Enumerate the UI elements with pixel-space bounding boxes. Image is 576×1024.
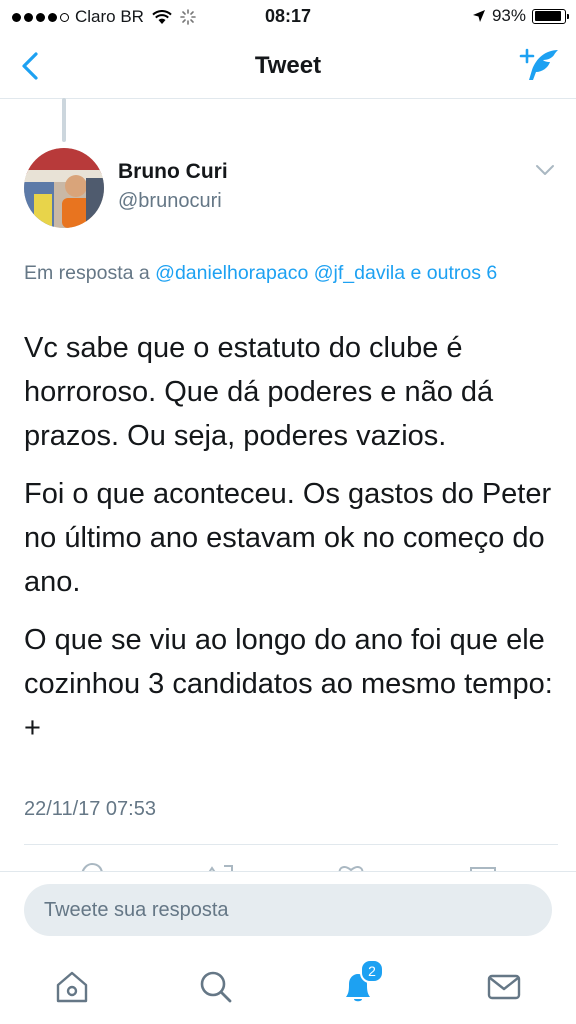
avatar[interactable]: [24, 148, 104, 228]
reply-bar: [0, 871, 576, 952]
navigation-bar: Tweet: [0, 34, 576, 99]
tweet-actions-row: [0, 856, 576, 872]
tweet-timestamp: 22/11/17 07:53: [24, 798, 156, 820]
reply-to-others-link[interactable]: outros 6: [427, 262, 497, 284]
tweet-text: Vc sabe que o estatuto do clube é horror…: [24, 326, 554, 764]
reply-to-prefix: Em resposta a: [24, 262, 150, 284]
reply-input[interactable]: [24, 884, 552, 936]
tweet-paragraph: Vc sabe que o estatuto do clube é horror…: [24, 332, 494, 452]
battery-percent: 93%: [491, 6, 526, 25]
status-bar: Claro BR 08:17 93%: [0, 0, 576, 34]
tab-messages-envelope-icon[interactable]: [484, 967, 524, 1007]
tweet-paragraph: Foi o que aconteceu. Os gastos do Peter …: [24, 478, 552, 598]
battery-fill: [534, 11, 562, 21]
tweet-paragraph: O que se viu ao longo do ano foi que ele…: [24, 624, 553, 744]
reply-to-conjunction[interactable]: e: [411, 262, 422, 284]
location-arrow-icon: [472, 10, 485, 22]
author-handle[interactable]: @brunocuri: [118, 190, 222, 213]
tab-bar: 2: [0, 951, 576, 1024]
reply-to-line: Em resposta a @danielhorapaco @jf_davila…: [24, 258, 544, 288]
divider: [24, 844, 558, 845]
battery-icon: [532, 8, 569, 24]
thread-connector-line: [62, 98, 66, 142]
tab-notifications[interactable]: 2: [338, 959, 384, 1007]
avatar-image: [24, 148, 104, 228]
tweet-options-chevron-down-icon[interactable]: [534, 162, 556, 178]
tab-search-icon[interactable]: [196, 967, 236, 1007]
mention-link[interactable]: @danielhorapaco: [155, 262, 308, 284]
page-title: Tweet: [254, 52, 322, 79]
author-name[interactable]: Bruno Curi: [118, 160, 228, 184]
notifications-badge: 2: [360, 959, 384, 983]
status-right: 93%: [472, 6, 569, 26]
tab-home-icon[interactable]: [52, 967, 92, 1007]
mention-link[interactable]: @jf_davila: [314, 262, 405, 284]
compose-tweet-button[interactable]: [518, 46, 562, 86]
